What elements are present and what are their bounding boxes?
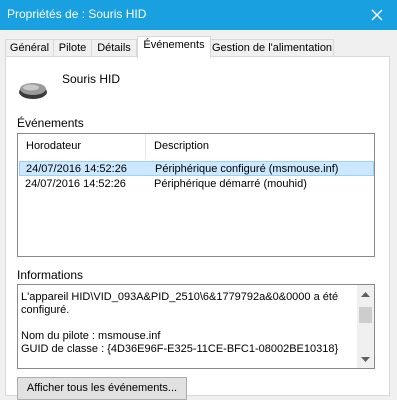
tab-strip: Général Pilote Détails Événements Gestio… <box>0 36 397 58</box>
scroll-up-button[interactable] <box>357 285 374 302</box>
event-timestamp: 24/07/2016 14:52:26 <box>26 163 127 175</box>
tab-general[interactable]: Général <box>5 39 54 56</box>
tab-gestion-alimentation[interactable]: Gestion de l'alimentation <box>210 39 334 56</box>
information-section-label: Informations <box>17 268 84 282</box>
information-textbox[interactable]: L'appareil HID\VID_093A&PID_2510\6&17797… <box>17 284 375 369</box>
device-name: Souris HID <box>62 72 121 86</box>
chevron-up-icon <box>361 291 370 297</box>
event-timestamp: 24/07/2016 14:52:26 <box>25 178 126 190</box>
title-bar: Propriétés de : Souris HID <box>0 0 397 30</box>
close-button[interactable] <box>357 0 397 30</box>
event-row[interactable]: 24/07/2016 14:52:26 Périphérique configu… <box>19 161 374 176</box>
close-icon <box>371 9 383 21</box>
chevron-down-icon <box>361 356 370 362</box>
view-all-events-button[interactable]: Afficher tous les événements... <box>17 377 187 400</box>
event-description: Périphérique démarré (mouhid) <box>154 178 307 190</box>
event-row[interactable]: 24/07/2016 14:52:26 Périphérique démarré… <box>19 177 374 192</box>
tab-evenements[interactable]: Événements <box>137 36 211 58</box>
mouse-icon <box>19 83 47 99</box>
events-list[interactable]: Horodateur Description 24/07/2016 14:52:… <box>17 133 375 257</box>
tab-details[interactable]: Détails <box>91 39 137 56</box>
information-text: L'appareil HID\VID_093A&PID_2510\6&17797… <box>21 291 339 355</box>
event-description: Périphérique configuré (msmouse.inf) <box>155 163 339 175</box>
scroll-thumb[interactable] <box>359 307 372 323</box>
tab-pilote[interactable]: Pilote <box>53 39 92 56</box>
column-header-description[interactable]: Description <box>146 134 374 159</box>
information-scrollbar[interactable] <box>357 285 374 368</box>
events-section-label: Événements <box>17 116 84 130</box>
scroll-down-button[interactable] <box>357 351 374 368</box>
column-header-horodateur[interactable]: Horodateur <box>18 134 146 159</box>
window-title: Propriétés de : Souris HID <box>7 7 147 21</box>
